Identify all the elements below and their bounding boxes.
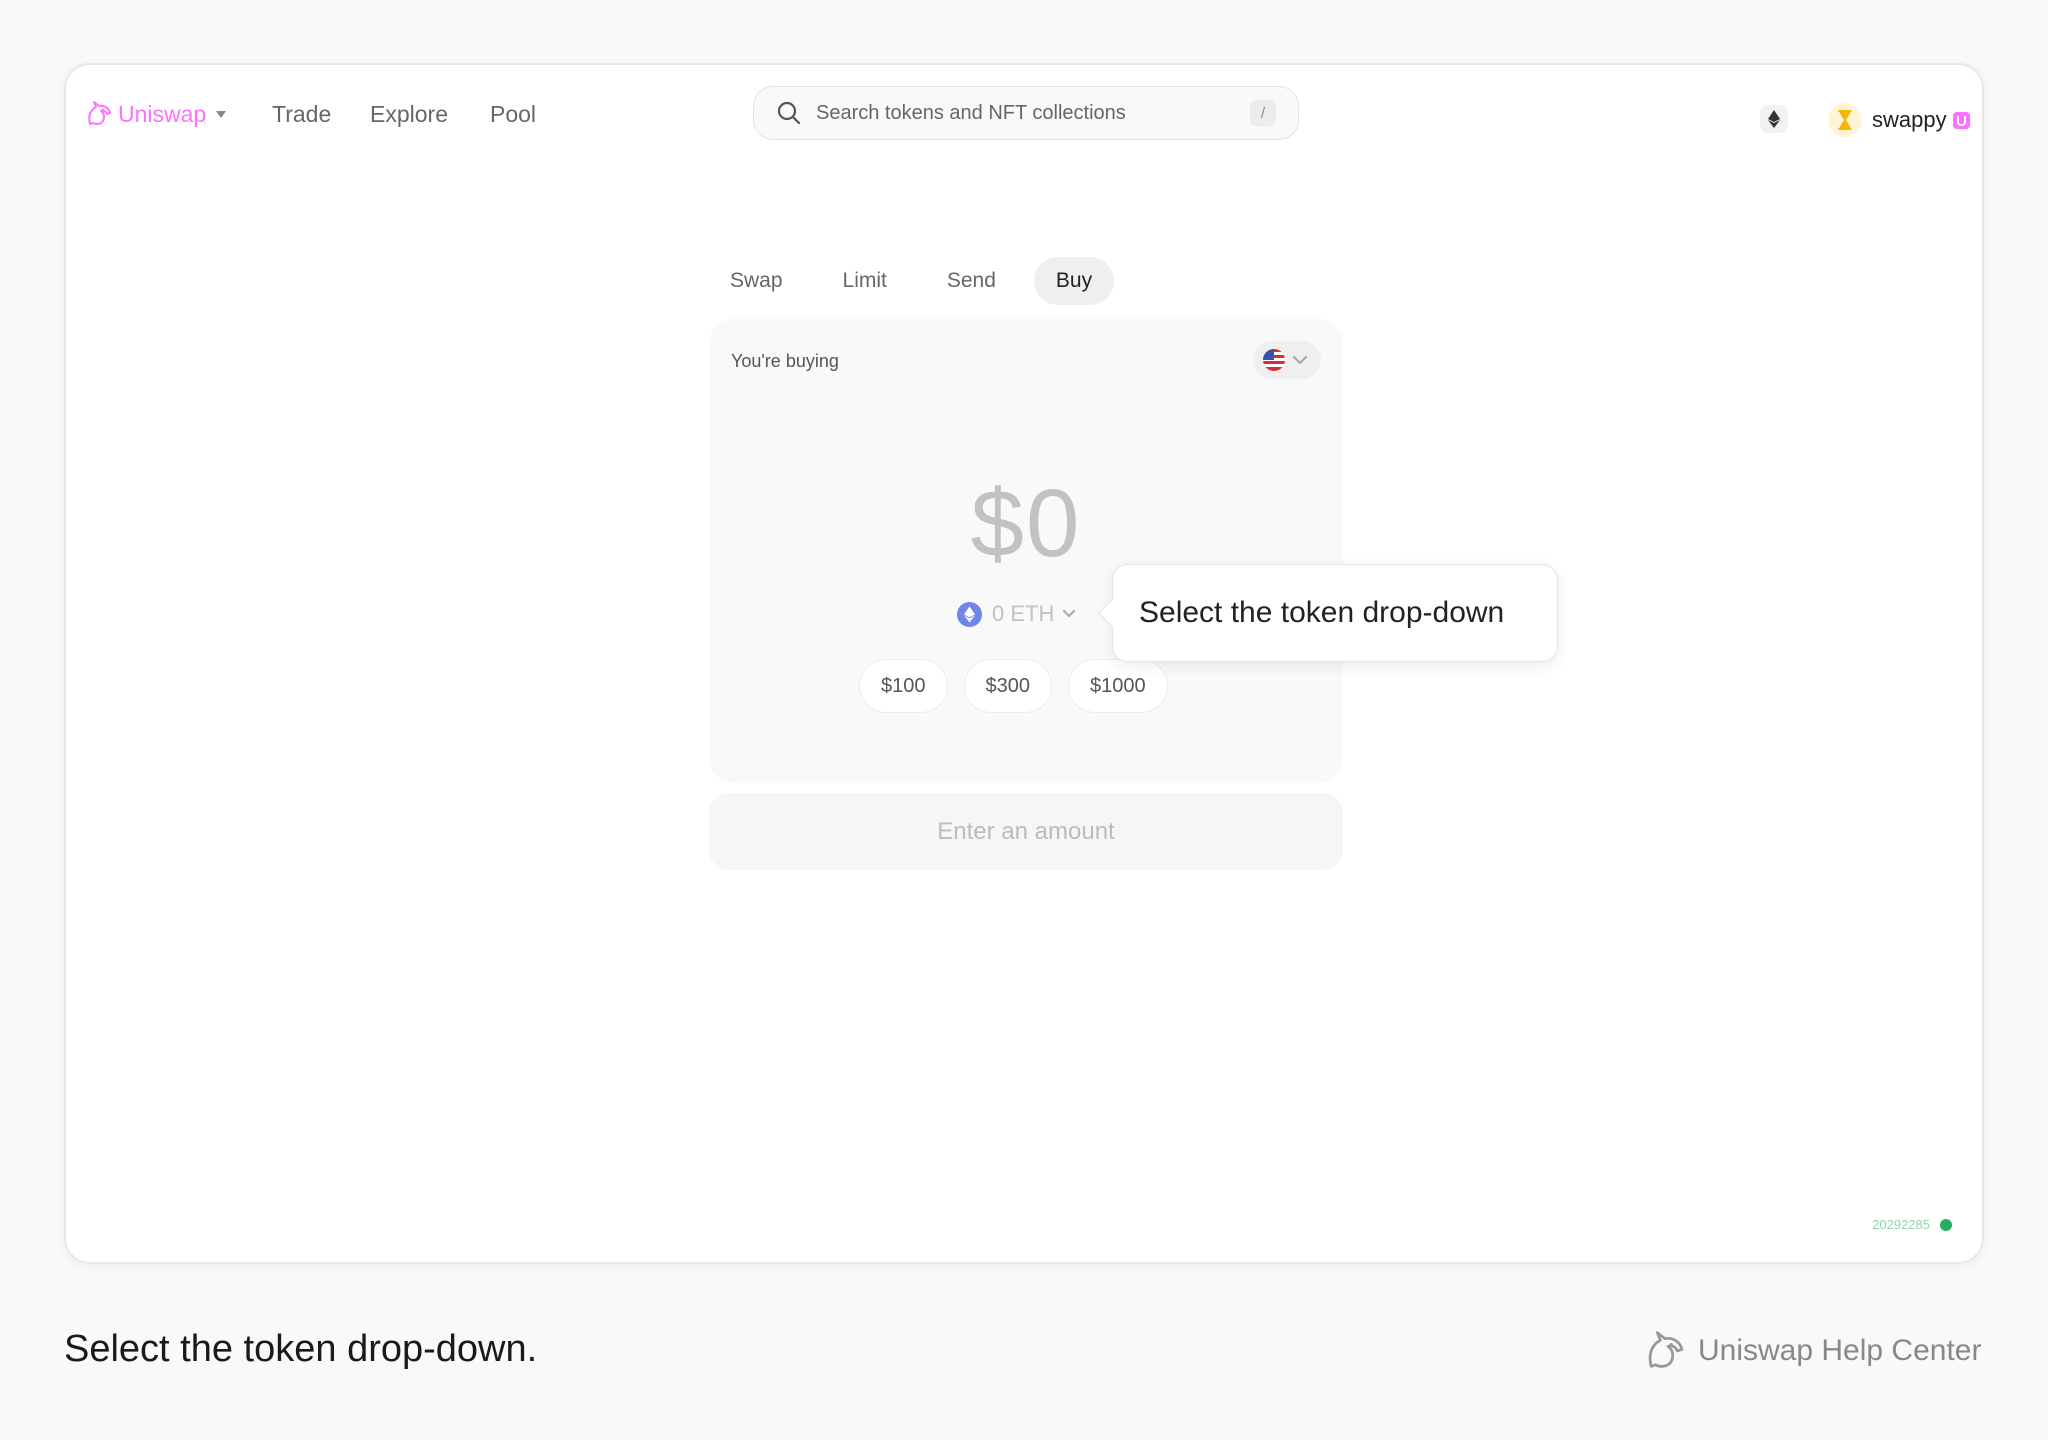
app-window: Uniswap Trade Explore Pool / <box>64 63 1984 1264</box>
account-name: swappy <box>1872 107 1947 132</box>
step-caption: Select the token drop-down. <box>64 1328 538 1370</box>
search-icon <box>776 100 802 126</box>
currency-selector[interactable] <box>1253 341 1321 379</box>
help-center-brand: Uniswap Help Center <box>1642 1328 1981 1374</box>
tooltip: Select the token drop-down <box>1097 564 1558 662</box>
preset-amounts: $100 $300 $1000 <box>859 659 1184 713</box>
version-number: 20292285 <box>1872 1217 1930 1232</box>
eth-icon <box>957 601 982 627</box>
chevron-down-icon <box>1292 355 1308 365</box>
tab-limit[interactable]: Limit <box>821 257 909 305</box>
search-input[interactable] <box>816 101 1236 125</box>
unicorn-icon <box>84 99 114 129</box>
us-flag-icon <box>1263 349 1285 371</box>
ethereum-icon <box>1768 110 1780 128</box>
buy-card: You're buying $0 0 ETH $100 $300 $1000 <box>709 319 1343 783</box>
help-center-label: Uniswap Help Center <box>1698 1334 1982 1367</box>
preset-100-button[interactable]: $100 <box>859 659 948 713</box>
unicorn-icon <box>1642 1328 1688 1374</box>
unitag-badge-icon <box>1952 111 1970 129</box>
brand-menu[interactable]: Uniswap <box>84 99 227 129</box>
nav-link-pool[interactable]: Pool <box>490 101 536 128</box>
fiat-amount[interactable]: $0 <box>709 469 1343 579</box>
version-indicator[interactable]: 20292285 <box>1872 1217 1952 1232</box>
chevron-down-icon <box>216 110 227 118</box>
token-amount: 0 ETH <box>992 601 1055 626</box>
tab-swap[interactable]: Swap <box>708 257 805 305</box>
network-selector[interactable] <box>1760 105 1788 133</box>
account-button[interactable]: swappy <box>1828 103 1970 137</box>
enter-amount-button[interactable]: Enter an amount <box>709 793 1343 870</box>
nav-link-trade[interactable]: Trade <box>272 101 331 128</box>
token-dropdown[interactable]: 0 ETH <box>957 601 1076 627</box>
status-dot-icon <box>1940 1218 1952 1231</box>
search-bar[interactable]: / <box>753 86 1299 140</box>
hourglass-icon <box>1828 103 1862 137</box>
tab-buy[interactable]: Buy <box>1033 257 1115 305</box>
tooltip-text: Select the token drop-down <box>1139 596 1505 629</box>
search-shortcut-key: / <box>1250 100 1276 126</box>
trade-tabs: Swap Limit Send Buy <box>708 257 1130 305</box>
chevron-down-icon <box>1063 609 1076 618</box>
top-nav: Uniswap Trade Explore Pool / <box>66 65 1982 165</box>
preset-300-button[interactable]: $300 <box>963 659 1052 713</box>
nav-link-explore[interactable]: Explore <box>370 101 448 128</box>
tab-send[interactable]: Send <box>925 257 1018 305</box>
buying-label: You're buying <box>731 351 839 371</box>
brand-name: Uniswap <box>118 100 207 127</box>
preset-1000-button[interactable]: $1000 <box>1068 659 1168 713</box>
